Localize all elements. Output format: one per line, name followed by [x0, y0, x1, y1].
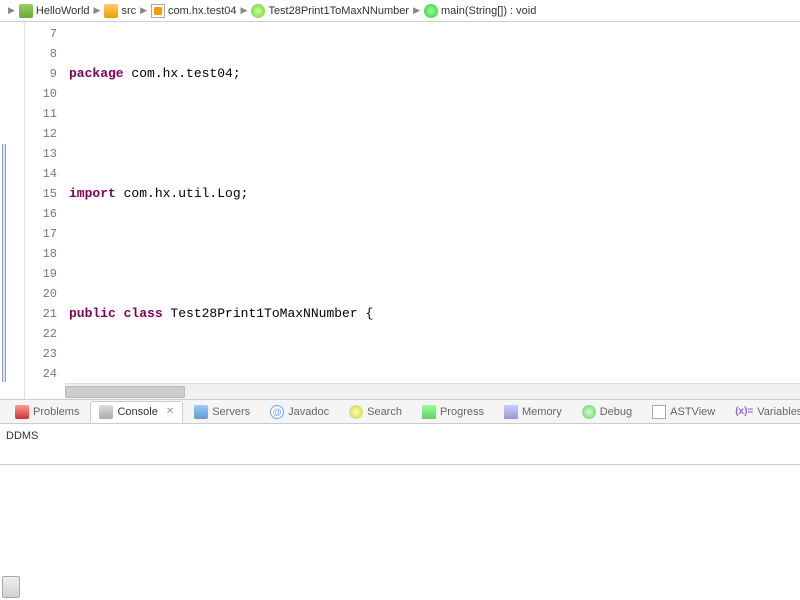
horizontal-scrollbar[interactable]: [65, 383, 800, 399]
crumb-label: main(String[]) : void: [441, 5, 536, 17]
crumb-label: Test28Print1ToMaxNNumber: [268, 5, 409, 17]
console-output[interactable]: [0, 464, 800, 598]
tab-label: Console: [117, 406, 157, 418]
editor-area: 7 8 9 10 11 12 13 14 15 16 17 18 19 20 2…: [0, 22, 800, 400]
code-line: public class Test28Print1ToMaxNNumber {: [65, 304, 800, 324]
class-icon: [251, 4, 265, 18]
line-num: 21: [25, 304, 57, 324]
line-num: 16: [25, 204, 57, 224]
bottom-tabs: Problems Console ✕ Servers @ Javadoc Searc…: [0, 400, 800, 424]
chevron-right-icon: ▶: [241, 5, 248, 16]
line-num: 13: [25, 144, 57, 164]
tab-label: Memory: [522, 406, 562, 418]
tab-debug[interactable]: Debug: [573, 401, 641, 423]
line-num: 24: [25, 364, 57, 384]
line-num: 20: [25, 284, 57, 304]
crumb-project[interactable]: HelloWorld: [19, 4, 90, 18]
tab-label: Problems: [33, 406, 79, 418]
tab-label: Variables: [757, 406, 800, 418]
tab-memory[interactable]: Memory: [495, 401, 571, 423]
crumb-method[interactable]: main(String[]) : void: [424, 4, 536, 18]
crumb-label: HelloWorld: [36, 5, 90, 17]
breadcrumb: ▶ HelloWorld ▶ src ▶ com.hx.test04 ▶ Tes…: [0, 0, 800, 22]
taskbar-button[interactable]: [2, 576, 20, 598]
progress-icon: [422, 405, 436, 419]
code-line: package com.hx.test04;: [65, 64, 800, 84]
tab-variables[interactable]: (x)= Variables: [726, 402, 800, 422]
code-line: import com.hx.util.Log;: [65, 184, 800, 204]
problems-icon: [15, 405, 29, 419]
crumb-label: com.hx.test04: [168, 5, 236, 17]
line-num: 23: [25, 344, 57, 364]
javadoc-icon: @: [270, 405, 284, 419]
debug-icon: [582, 405, 596, 419]
tab-label: Search: [367, 406, 402, 418]
folding-gutter[interactable]: [0, 22, 25, 399]
scrollbar-thumb[interactable]: [65, 386, 185, 398]
chevron-right-icon: ▶: [140, 5, 147, 16]
tab-label: Javadoc: [288, 406, 329, 418]
tab-problems[interactable]: Problems: [6, 401, 88, 423]
tab-label: Servers: [212, 406, 250, 418]
code-line: [65, 124, 800, 144]
variables-icon: (x)=: [735, 406, 753, 417]
tab-astview[interactable]: ASTView: [643, 401, 724, 423]
crumb-label: src: [121, 5, 136, 17]
tab-progress[interactable]: Progress: [413, 401, 493, 423]
line-num: 19: [25, 264, 57, 284]
line-num: 11: [25, 104, 57, 124]
line-num: 17: [25, 224, 57, 244]
code-line: [65, 364, 800, 384]
line-number-gutter: 7 8 9 10 11 12 13 14 15 16 17 18 19 20 2…: [25, 22, 65, 399]
chevron-right-icon: ▶: [8, 5, 15, 16]
console-icon: [99, 405, 113, 419]
tab-label: ASTView: [670, 406, 715, 418]
folder-icon: [104, 4, 118, 18]
fold-range: [2, 144, 6, 382]
line-num: 22: [25, 324, 57, 344]
chevron-right-icon: ▶: [94, 5, 101, 16]
crumb-class[interactable]: Test28Print1ToMaxNNumber: [251, 4, 409, 18]
tab-javadoc[interactable]: @ Javadoc: [261, 401, 338, 423]
line-num: 7: [25, 24, 57, 44]
tab-console[interactable]: Console ✕: [90, 401, 183, 423]
line-num: 9: [25, 64, 57, 84]
ast-icon: [652, 405, 666, 419]
line-num: 12: [25, 124, 57, 144]
code-area[interactable]: package com.hx.test04; import com.hx.uti…: [65, 22, 800, 399]
close-icon[interactable]: ✕: [166, 406, 174, 417]
console-view: DDMS: [0, 424, 800, 464]
tab-search[interactable]: Search: [340, 401, 411, 423]
memory-icon: [504, 405, 518, 419]
crumb-src[interactable]: src: [104, 4, 136, 18]
line-num: 14: [25, 164, 57, 184]
line-num: 18: [25, 244, 57, 264]
servers-icon: [194, 405, 208, 419]
tab-servers[interactable]: Servers: [185, 401, 259, 423]
console-title: DDMS: [6, 430, 794, 442]
line-num: 15: [25, 184, 57, 204]
chevron-right-icon: ▶: [413, 5, 420, 16]
code-line: [65, 244, 800, 264]
tab-label: Progress: [440, 406, 484, 418]
crumb-package[interactable]: com.hx.test04: [151, 4, 236, 18]
package-icon: [151, 4, 165, 18]
project-icon: [19, 4, 33, 18]
line-num: 10: [25, 84, 57, 104]
search-icon: [349, 405, 363, 419]
method-icon: [424, 4, 438, 18]
tab-label: Debug: [600, 406, 632, 418]
line-num: 8: [25, 44, 57, 64]
